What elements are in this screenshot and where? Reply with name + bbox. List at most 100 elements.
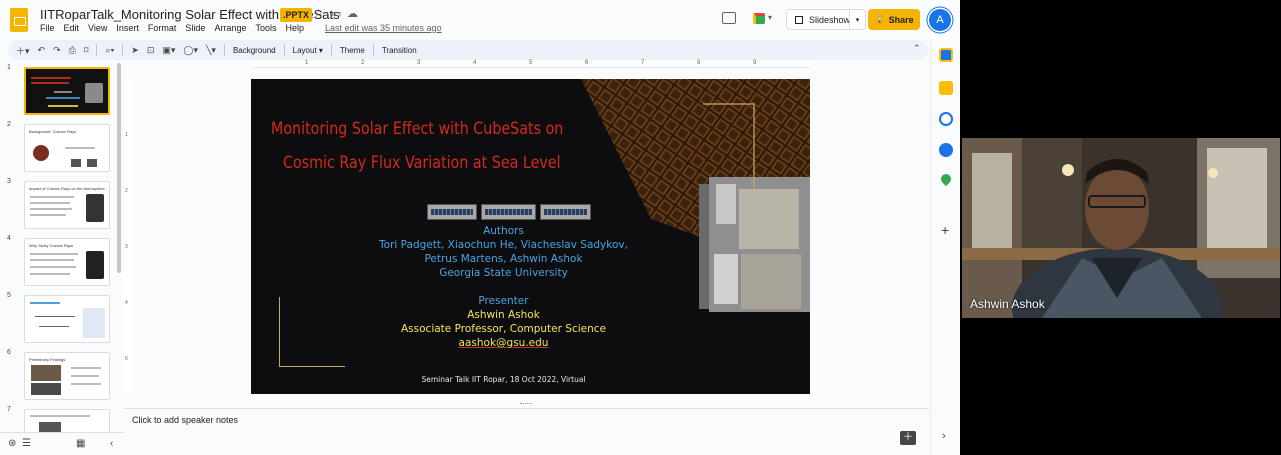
slideshow-dropdown-icon[interactable]: ▾ xyxy=(849,10,865,29)
shape-icon[interactable]: ◯▾ xyxy=(183,45,198,56)
filmstrip-scrollbar[interactable] xyxy=(117,63,121,273)
ruler-tick: 5 xyxy=(529,60,533,66)
slide-number: 2 xyxy=(7,121,11,128)
filmstrip[interactable]: 1 2 Background: Cosmic Rays 3 Impact of … xyxy=(0,62,122,432)
lock-icon: 🔒 xyxy=(874,14,886,24)
slideshow-icon xyxy=(795,15,803,24)
notes-resize-handle[interactable] xyxy=(520,403,532,406)
authors-label: Authors xyxy=(483,225,524,237)
ruler-tick: 8 xyxy=(697,60,701,66)
menu-bar: File Edit View Insert Format Slide Arran… xyxy=(40,23,442,33)
menu-format[interactable]: Format xyxy=(148,23,177,33)
layout-label: Layout xyxy=(292,45,317,55)
add-notes-icon[interactable]: ＋ xyxy=(900,431,916,445)
share-button[interactable]: 🔒 Share xyxy=(868,9,920,30)
line-icon[interactable]: ╲▾ xyxy=(206,45,216,56)
contacts-icon[interactable] xyxy=(939,143,953,157)
layout-button[interactable]: Layout ▾ xyxy=(293,46,323,55)
paint-format-icon[interactable]: ⌑ xyxy=(84,45,89,56)
current-slide[interactable]: Monitoring Solar Effect with CubeSats on… xyxy=(251,79,810,394)
filmstrip-view-icon[interactable]: ☰ xyxy=(22,438,31,449)
slide-number: 1 xyxy=(7,64,11,71)
expand-side-panel-icon[interactable]: › xyxy=(942,430,946,442)
slide-thumbnail[interactable] xyxy=(24,409,110,432)
slide-thumbnail[interactable] xyxy=(24,295,110,343)
add-addon-icon[interactable]: + xyxy=(941,222,949,238)
keep-icon[interactable] xyxy=(939,81,953,95)
explore-icon[interactable]: ⊛ xyxy=(8,438,16,449)
menu-view[interactable]: View xyxy=(88,23,107,33)
slideshow-button[interactable]: Slideshow ▾ xyxy=(786,9,866,30)
menu-tools[interactable]: Tools xyxy=(255,23,276,33)
move-folder-icon[interactable]: ▭ xyxy=(331,7,341,20)
print-icon[interactable]: ⎙ xyxy=(69,45,76,56)
slide-thumbnail[interactable]: Background: Cosmic Rays xyxy=(24,124,110,172)
file-type-badge: .PPTX xyxy=(280,8,313,22)
last-edit-link[interactable]: Last edit was 35 minutes ago xyxy=(325,23,442,33)
header: IITRoparTalk_Monitoring Solar Effect wit… xyxy=(0,0,960,40)
select-cursor-icon[interactable]: ➤ xyxy=(131,45,139,56)
seminar-footer: Seminar Talk IIT Ropar, 18 Oct 2022, Vir… xyxy=(421,375,586,384)
slide-title-line-1: Monitoring Solar Effect with CubeSats on xyxy=(271,119,564,139)
text-box-icon[interactable]: ⊡ xyxy=(147,45,155,56)
meet-button[interactable]: ▾ xyxy=(750,9,776,29)
slide-thumbnail[interactable] xyxy=(24,67,110,115)
horizontal-ruler[interactable]: 1 2 3 4 5 6 7 8 9 xyxy=(251,60,811,68)
ruler-tick: 1 xyxy=(125,132,128,138)
ruler-tick: 7 xyxy=(641,60,645,66)
vertical-ruler[interactable]: 1 2 3 4 5 xyxy=(124,78,132,394)
calendar-icon[interactable] xyxy=(939,48,953,62)
chevron-down-icon: ▾ xyxy=(768,13,773,22)
redo-icon[interactable]: ↷ xyxy=(53,45,61,56)
slides-logo-icon[interactable] xyxy=(10,8,28,32)
view-switcher: ⊛ ☰ ▦ ‹ xyxy=(0,432,124,455)
slide-number: 4 xyxy=(7,235,11,242)
collapse-filmstrip-icon[interactable]: ‹ xyxy=(110,438,113,449)
slide-thumbnail[interactable]: Impact of Cosmic Rays on the Atmosphere xyxy=(24,181,110,229)
toolbar-divider xyxy=(372,44,374,56)
undo-icon[interactable]: ↶ xyxy=(38,45,46,56)
toolbar-divider xyxy=(223,44,225,56)
participant-name: Ashwin Ashok xyxy=(970,297,1045,311)
ruler-tick: 5 xyxy=(125,356,128,362)
menu-file[interactable]: File xyxy=(40,23,55,33)
menu-help[interactable]: Help xyxy=(285,23,304,33)
authors-affiliation: Georgia State University xyxy=(439,267,568,279)
toolbar-divider xyxy=(122,44,124,56)
zoom-icon[interactable]: ⌕▾ xyxy=(105,45,114,56)
slide-thumbnail[interactable]: Why Study Cosmic Rays xyxy=(24,238,110,286)
ruler-tick: 4 xyxy=(125,300,128,306)
background-button[interactable]: Background xyxy=(233,46,276,55)
image-icon[interactable]: ▣▾ xyxy=(162,45,175,56)
tasks-icon[interactable] xyxy=(939,112,953,126)
menu-edit[interactable]: Edit xyxy=(64,23,80,33)
speaker-notes[interactable]: Click to add speaker notes xyxy=(124,408,929,455)
slide-number: 5 xyxy=(7,292,11,299)
speaker-notes-placeholder[interactable]: Click to add speaker notes xyxy=(132,415,238,425)
comment-history-icon[interactable] xyxy=(722,12,736,24)
webcam-image xyxy=(962,138,1280,318)
transition-button[interactable]: Transition xyxy=(382,46,417,55)
collapse-menus-icon[interactable]: ⌃ xyxy=(913,43,921,54)
video-feed: Ashwin Ashok xyxy=(962,138,1280,318)
menu-arrange[interactable]: Arrange xyxy=(214,23,246,33)
slide-number: 7 xyxy=(7,406,11,413)
ruler-tick: 3 xyxy=(417,60,421,66)
new-slide-icon[interactable]: ＋▾ xyxy=(16,44,30,57)
grid-view-icon[interactable]: ▦ xyxy=(76,438,85,449)
cloud-status-icon[interactable]: ☁ xyxy=(347,7,358,20)
maps-icon[interactable] xyxy=(938,171,954,187)
star-icon[interactable]: ☆ xyxy=(314,7,324,20)
meet-camera-icon xyxy=(753,13,765,24)
toolbar-divider xyxy=(330,44,332,56)
menu-insert[interactable]: Insert xyxy=(116,23,139,33)
slideshow-label: Slideshow xyxy=(809,14,851,25)
ruler-tick: 1 xyxy=(305,60,309,66)
slide-thumbnail[interactable]: Preliminary Findings xyxy=(24,352,110,400)
ruler-tick: 2 xyxy=(125,188,128,194)
account-avatar[interactable]: A xyxy=(929,9,951,31)
theme-button[interactable]: Theme xyxy=(340,46,365,55)
menu-slide[interactable]: Slide xyxy=(185,23,205,33)
decorative-bracket xyxy=(279,297,345,367)
slide-title-line-2: Cosmic Ray Flux Variation at Sea Level xyxy=(283,153,561,173)
